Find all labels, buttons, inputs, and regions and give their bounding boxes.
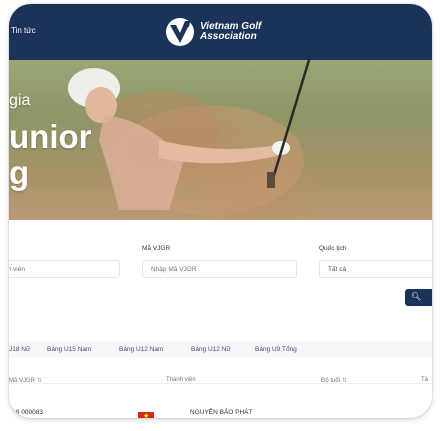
filter-panel: Mã VJGR Quốc tịch Tất cả bbox=[9, 220, 432, 320]
nav-news-link[interactable]: Tin tức bbox=[11, 26, 36, 35]
sort-icon: ⇅ bbox=[37, 378, 43, 384]
tab-u12-nam[interactable]: Bảng U12 Nam bbox=[119, 346, 163, 353]
hero-title-line-1: unior bbox=[9, 118, 92, 155]
table-row[interactable]: J19 000083 NGUYỄN BẢO PHÁT bbox=[9, 399, 432, 418]
row-name[interactable]: NGUYỄN BẢO PHÁT bbox=[190, 409, 252, 416]
vietnam-flag-icon: ★ bbox=[138, 412, 154, 418]
tab-u12-nu[interactable]: Bảng U12 Nữ bbox=[191, 346, 231, 353]
table-header: Mã VJGR ⇅ Thành viên Độ tuổi ⇅ Tà bbox=[9, 366, 432, 384]
top-header: Tin tức Vietnam Golf Association bbox=[9, 4, 432, 60]
logo-line-2: Association bbox=[200, 31, 257, 42]
sort-icon: ⇅ bbox=[342, 378, 348, 384]
th-member: Thành viên bbox=[166, 377, 196, 383]
hero-banner: gia unior g bbox=[9, 60, 432, 220]
th-vjgr[interactable]: Mã VJGR ⇅ bbox=[9, 377, 42, 384]
ranking-tabs: J18 Nữ Bảng U15 Nam Bảng U12 Nam Bảng U1… bbox=[9, 341, 432, 357]
hero-title-line-2: g bbox=[9, 154, 30, 191]
golfer-swoosh-icon bbox=[166, 18, 194, 46]
member-name-input[interactable] bbox=[9, 260, 120, 278]
tab-u15-nam[interactable]: Bảng U15 Nam bbox=[47, 346, 91, 353]
vga-logo[interactable]: Vietnam Golf Association bbox=[163, 15, 283, 49]
vjgr-label: Mã VJGR bbox=[142, 245, 171, 252]
row-code: J19 000083 bbox=[9, 409, 43, 416]
vjgr-input[interactable] bbox=[142, 260, 297, 278]
search-icon: 🔍︎ bbox=[411, 292, 422, 301]
tab-j18-nu[interactable]: J18 Nữ bbox=[9, 346, 30, 353]
nationality-label: Quốc tịch bbox=[319, 245, 347, 252]
search-button[interactable]: 🔍︎ bbox=[405, 289, 432, 306]
th-last: Tà bbox=[421, 377, 429, 383]
app-frame: Tin tức Vietnam Golf Association gia uni… bbox=[9, 4, 432, 418]
th-age[interactable]: Độ tuổi ⇅ bbox=[321, 377, 347, 384]
tab-u9-tong[interactable]: Bảng U9 Tổng bbox=[255, 346, 297, 353]
nationality-select[interactable]: Tất cả bbox=[319, 260, 432, 278]
hero-subtitle: gia bbox=[9, 92, 31, 109]
logo-text: Vietnam Golf Association bbox=[200, 22, 261, 42]
